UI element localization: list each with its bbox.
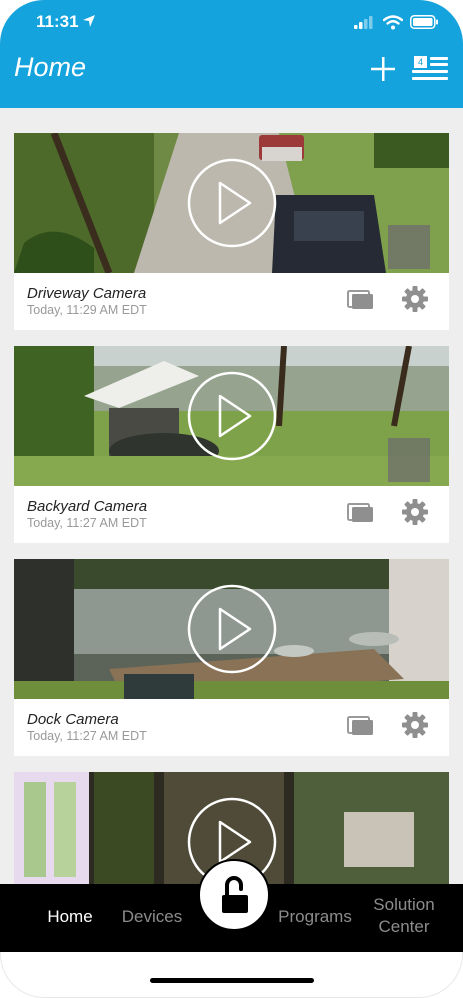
play-icon[interactable] — [187, 371, 277, 461]
app-header: 11:31 Home 4 — [0, 0, 463, 108]
camera-timestamp: Today, 11:27 AM EDT — [27, 729, 147, 743]
tab-solution-line2: Center — [378, 917, 430, 936]
tab-solution-line1: Solution — [373, 895, 435, 914]
home-indicator — [150, 978, 314, 983]
camera-card-dock[interactable]: Dock Camera Today, 11:27 AM EDT — [14, 559, 449, 756]
page-title: Home — [14, 52, 87, 82]
camera-timestamp: Today, 11:29 AM EDT — [27, 303, 147, 317]
wifi-icon — [383, 15, 403, 30]
camera-name: Dock Camera — [27, 711, 119, 728]
signal-icon — [354, 16, 373, 29]
gear-icon[interactable] — [401, 285, 429, 313]
phone-screen: 11:31 Home 4 Driveway Camera Today, 11:2… — [0, 0, 463, 998]
menu-badge-count: 4 — [414, 56, 427, 68]
gear-icon[interactable] — [401, 498, 429, 526]
clips-icon[interactable] — [347, 714, 375, 736]
clips-icon[interactable] — [347, 501, 375, 523]
tab-programs[interactable]: Programs — [272, 907, 358, 927]
menu-list-icon[interactable]: 4 — [412, 54, 448, 82]
privacy-mask — [388, 225, 430, 269]
privacy-mask — [388, 438, 430, 482]
lock-button[interactable] — [198, 859, 270, 931]
camera-name: Driveway Camera — [27, 285, 147, 302]
camera-card-driveway[interactable]: Driveway Camera Today, 11:29 AM EDT — [14, 133, 449, 330]
play-icon[interactable] — [187, 584, 277, 674]
camera-name: Backyard Camera — [27, 498, 148, 515]
tab-devices[interactable]: Devices — [113, 907, 191, 927]
camera-card-backyard[interactable]: Backyard Camera Today, 11:27 AM EDT — [14, 346, 449, 543]
play-icon[interactable] — [187, 158, 277, 248]
battery-icon — [410, 15, 438, 29]
camera-timestamp: Today, 11:27 AM EDT — [27, 516, 147, 530]
tab-solution-center[interactable]: Solution Center — [362, 894, 446, 938]
gear-icon[interactable] — [401, 711, 429, 739]
status-bar: 11:31 — [0, 0, 463, 44]
camera-thumbnail[interactable] — [14, 133, 449, 273]
unlock-icon — [222, 876, 248, 913]
plus-icon[interactable] — [370, 56, 396, 82]
camera-thumbnail[interactable] — [14, 559, 449, 699]
camera-feed-list[interactable]: Driveway Camera Today, 11:29 AM EDT Back… — [0, 108, 463, 884]
camera-thumbnail[interactable] — [14, 346, 449, 486]
clips-icon[interactable] — [347, 288, 375, 310]
tab-home[interactable]: Home — [38, 907, 102, 927]
location-arrow-icon — [83, 15, 95, 27]
status-time: 11:31 — [36, 12, 79, 31]
